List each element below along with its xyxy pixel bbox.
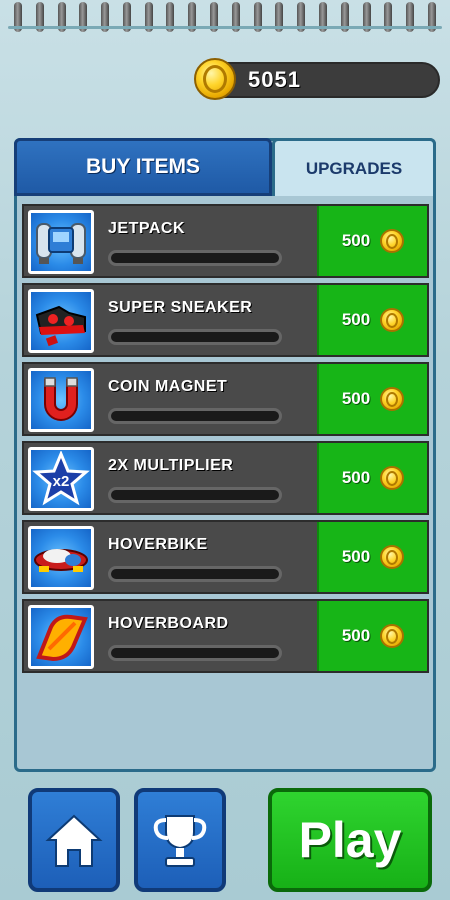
leaderboard-button[interactable] bbox=[134, 788, 226, 892]
hoverbike-icon bbox=[28, 526, 94, 590]
list-item: JETPACK 500 bbox=[22, 204, 429, 278]
multiplier-badge: x2 bbox=[53, 473, 70, 490]
coin-icon bbox=[380, 308, 405, 332]
item-name: 2X MULTIPLIER bbox=[108, 457, 234, 474]
item-name: JETPACK bbox=[108, 220, 185, 237]
list-item: SUPER SNEAKER 500 bbox=[22, 283, 429, 357]
coin-icon bbox=[380, 387, 405, 411]
trophy-icon bbox=[153, 815, 207, 867]
upgrade-progress-bar bbox=[108, 329, 282, 345]
item-name: HOVERBIKE bbox=[108, 536, 208, 553]
buy-button[interactable]: 500 bbox=[317, 285, 427, 355]
coin-icon bbox=[380, 624, 405, 648]
spiral-binding bbox=[0, 0, 450, 36]
buy-button[interactable]: 500 bbox=[317, 522, 427, 592]
list-item: COIN MAGNET 500 bbox=[22, 362, 429, 436]
price-label: 500 bbox=[341, 547, 371, 566]
coin-icon bbox=[380, 466, 405, 490]
coin-icon bbox=[380, 545, 405, 569]
upgrade-list: JETPACK 500 SUPER SNEAKER 500 COIN MAGNE… bbox=[22, 204, 429, 678]
buy-button[interactable]: 500 bbox=[317, 206, 427, 276]
upgrade-progress-bar bbox=[108, 408, 282, 424]
price-label: 500 bbox=[341, 389, 371, 408]
coin-icon bbox=[380, 229, 405, 253]
price-label: 500 bbox=[341, 626, 371, 645]
binding-bar bbox=[8, 26, 442, 29]
magnet-icon bbox=[28, 368, 94, 432]
sneaker-icon bbox=[28, 289, 94, 353]
upgrade-progress-bar bbox=[108, 250, 282, 266]
buy-button[interactable]: 500 bbox=[317, 364, 427, 434]
upgrade-progress-bar bbox=[108, 566, 282, 582]
buy-button[interactable]: 500 bbox=[317, 443, 427, 513]
price-label: 500 bbox=[341, 310, 371, 329]
tab-buy-items[interactable]: BUY ITEMS bbox=[14, 138, 272, 196]
item-name: HOVERBOARD bbox=[108, 615, 229, 632]
play-button[interactable]: Play bbox=[268, 788, 432, 892]
item-name: SUPER SNEAKER bbox=[108, 299, 253, 316]
price-label: 500 bbox=[341, 468, 371, 487]
coin-icon bbox=[194, 58, 236, 100]
list-item: HOVERBOARD 500 bbox=[22, 599, 429, 673]
upgrade-progress-bar bbox=[108, 487, 282, 503]
list-item: x2 2X MULTIPLIER 500 bbox=[22, 441, 429, 515]
play-label: Play bbox=[298, 812, 402, 868]
jetpack-icon bbox=[28, 210, 94, 274]
multiplier-star-icon: x2 bbox=[28, 447, 94, 511]
hoverboard-icon bbox=[28, 605, 94, 669]
list-item: HOVERBIKE 500 bbox=[22, 520, 429, 594]
upgrade-progress-bar bbox=[108, 645, 282, 661]
home-button[interactable] bbox=[28, 788, 120, 892]
price-label: 500 bbox=[341, 231, 371, 250]
coin-balance: 5051 bbox=[248, 67, 301, 92]
item-name: COIN MAGNET bbox=[108, 378, 228, 395]
buy-button[interactable]: 500 bbox=[317, 601, 427, 671]
home-icon bbox=[45, 814, 103, 867]
tab-upgrades[interactable]: UPGRADES bbox=[272, 138, 436, 196]
coin-balance-bar bbox=[200, 62, 440, 98]
